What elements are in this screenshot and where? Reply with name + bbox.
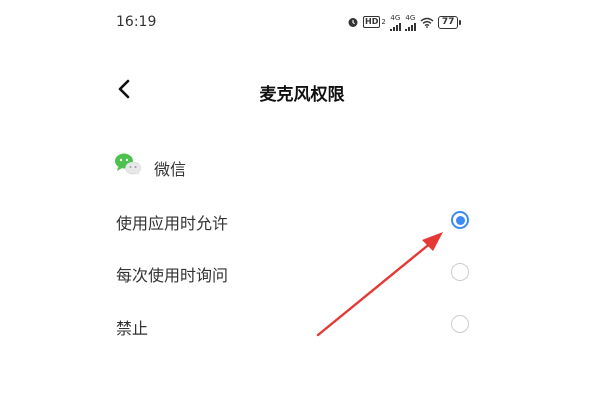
option-deny-label[interactable]: 禁止 (116, 315, 148, 339)
app-name: 微信 (154, 160, 187, 179)
status-time: 16:19 (116, 14, 157, 30)
network-type-2: 4G (405, 13, 416, 22)
signal-icon: 4G (389, 13, 401, 31)
signal-icon-2: 4G (404, 13, 416, 31)
option-ask-every-time-radio[interactable] (451, 263, 469, 281)
hd-badge: HD (363, 16, 381, 28)
network-type-1: 4G (390, 13, 401, 22)
status-icons: HD 2 4G 4G 77 (347, 13, 461, 31)
option-ask-every-time-label[interactable]: 每次使用时询问 (116, 262, 228, 286)
hd-sub: 2 (381, 18, 386, 26)
wechat-icon (115, 153, 141, 175)
battery-icon: 77 (437, 15, 461, 29)
page-title-text: 麦克风权限 (259, 85, 345, 105)
alarm-icon (348, 18, 358, 27)
annotation-arrow (316, 232, 443, 337)
page-title: 麦克风权限 (0, 80, 599, 105)
option-allow-while-using-label[interactable]: 使用应用时允许 (116, 210, 228, 234)
option-allow-while-using-radio[interactable] (451, 211, 469, 229)
radio-dot (455, 215, 465, 225)
option-deny-radio[interactable] (451, 315, 469, 333)
wifi-icon (420, 17, 434, 28)
